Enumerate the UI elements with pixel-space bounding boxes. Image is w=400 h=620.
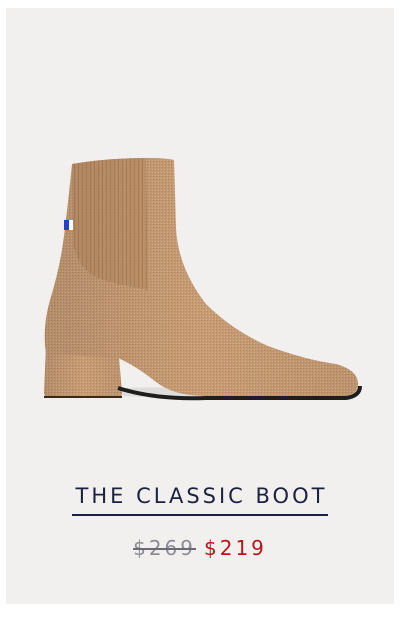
original-price: $269 (133, 536, 196, 560)
price-row: $269 $219 (6, 536, 394, 560)
blue-tab (64, 220, 69, 230)
sale-price: $219 (204, 536, 267, 560)
product-image[interactable] (6, 8, 394, 468)
product-title-link[interactable]: THE CLASSIC BOOT (71, 484, 329, 516)
product-card[interactable]: THE CLASSIC BOOT $269 $219 (6, 8, 394, 604)
